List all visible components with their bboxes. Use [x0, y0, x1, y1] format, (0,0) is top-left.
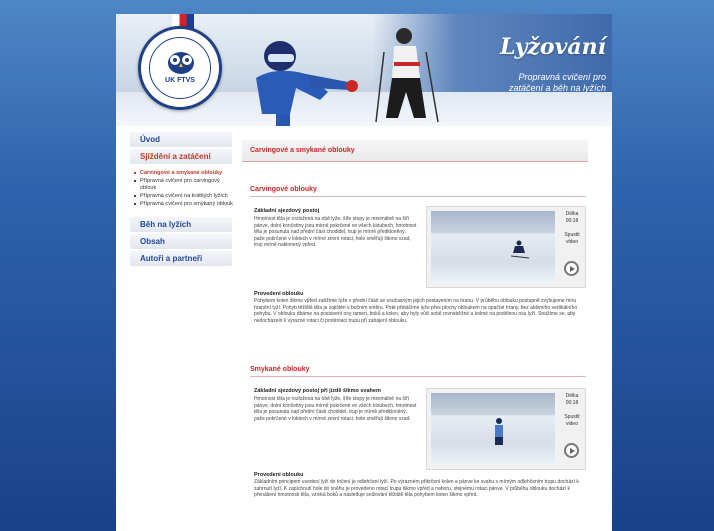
section-title-carving: Carvingové oblouky: [250, 186, 317, 193]
sidebar: Úvod Sjíždění a zatáčení Carvingové a sm…: [116, 126, 240, 531]
skier-figure-icon: [495, 418, 503, 445]
play-icon[interactable]: [564, 443, 579, 458]
block-text-execution: Základním principem uvedení lyží do toče…: [254, 479, 579, 499]
block-text-execution: Pohybem kolen šikmo vpřed zatížíme lyže …: [254, 298, 578, 324]
video-play-label[interactable]: Spustit video: [559, 232, 585, 245]
play-icon[interactable]: [564, 261, 579, 276]
page-title: Carvingové a smykané oblouky: [242, 140, 588, 162]
owl-icon: [168, 52, 194, 74]
video-player-carving: Délka 00:18 Spustit video: [426, 206, 586, 288]
block-text-stance: Hmotnost těla je rozložená na obě lyže, …: [254, 216, 417, 249]
video-thumbnail[interactable]: [431, 211, 555, 283]
sidebar-item-uvod[interactable]: Úvod: [130, 132, 232, 147]
section-title-skid: Smykané oblouky: [250, 366, 310, 373]
subnav-item-carving[interactable]: Carvingové a smykané oblouky: [134, 170, 234, 177]
block-title-traverse: Základní sjezdový postoj při jízdě šikmo…: [254, 388, 381, 394]
block-title-stance: Základní sjezdový postoj: [254, 208, 320, 214]
sidebar-subnav: Carvingové a smykané oblouky Přípravná c…: [116, 164, 240, 215]
section-divider: [250, 376, 586, 377]
main-content: Carvingové a smykané oblouky Carvingové …: [240, 126, 612, 531]
site-subtitle-line-2: zatáčení a běh na lyžích: [508, 83, 606, 93]
video-length: 00:18: [565, 399, 579, 406]
video-play-label[interactable]: Spustit video: [559, 414, 585, 427]
sidebar-item-obsah[interactable]: Obsah: [130, 234, 232, 249]
skier-figure-icon: [510, 240, 530, 259]
video-meta: Délka 00:18 Spustit video: [559, 211, 585, 245]
university-logo[interactable]: UK FTVS: [138, 26, 222, 110]
subnav-item-skid-prep[interactable]: Přípravná cvičení pro smýkaný oblouk: [134, 201, 234, 208]
site-subtitle: Propravná cvičení pro zatáčení a běh na …: [440, 72, 606, 94]
skier-racer-image: [375, 28, 439, 123]
header-banner: UK FTVS Lyžování Propravná cvičení pro z…: [116, 14, 612, 126]
block-title-execution: Provedení oblouku: [254, 472, 304, 478]
video-meta: Délka 00:18 Spustit video: [559, 393, 585, 427]
block-title-execution: Provedení oblouku: [254, 291, 304, 297]
subnav-item-short-skis[interactable]: Přípravná cvičení na krátkých lyžích: [134, 193, 234, 200]
video-player-skid: Délka 00:18 Spustit video: [426, 388, 586, 470]
site-title: Lyžování: [499, 34, 606, 60]
block-text-traverse: Hmotnost těla je rozložená na obě lyže, …: [254, 396, 417, 422]
site-subtitle-line-1: Propravná cvičení pro: [518, 72, 606, 82]
video-length: 00:18: [565, 217, 579, 224]
logo-label: UK FTVS: [165, 77, 195, 84]
section-divider: [250, 196, 586, 197]
sidebar-item-autori[interactable]: Autoři a partneři: [130, 251, 232, 266]
subnav-item-carving-prep[interactable]: Přípravná cvičení pro carvingový oblouk: [134, 178, 234, 192]
skier-child-image: [256, 41, 358, 126]
video-thumbnail[interactable]: [431, 393, 555, 465]
sidebar-item-beh[interactable]: Běh na lyžích: [130, 217, 232, 232]
page-container: UK FTVS Lyžování Propravná cvičení pro z…: [116, 14, 612, 531]
sidebar-item-sjizdeni[interactable]: Sjíždění a zatáčení: [130, 149, 232, 164]
